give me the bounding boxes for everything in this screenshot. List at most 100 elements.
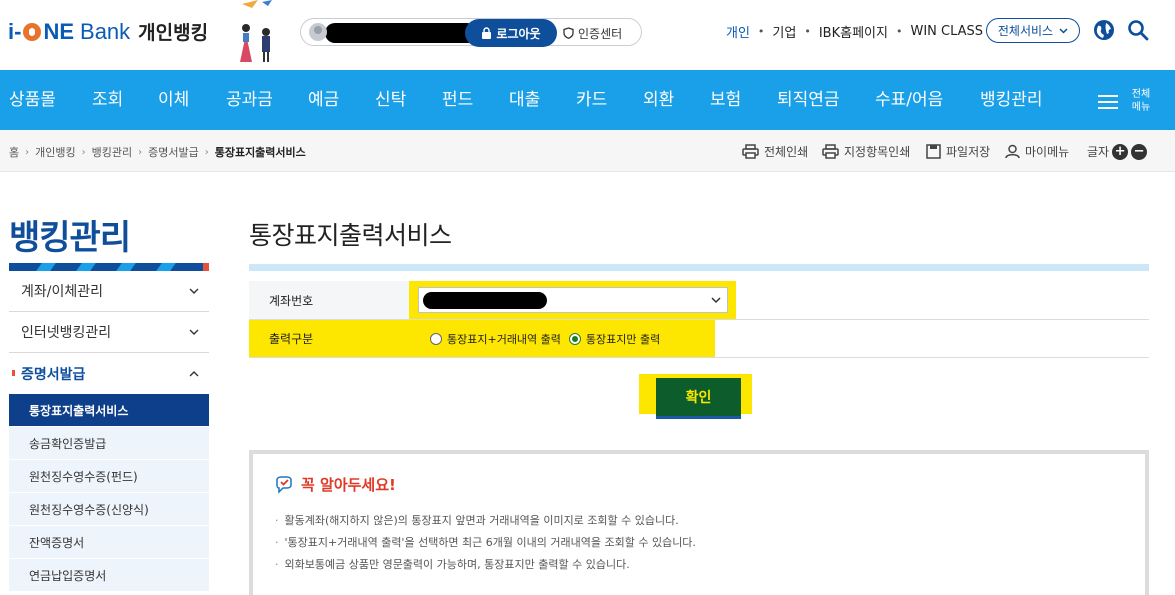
search-icon[interactable]: [1127, 19, 1149, 41]
account-select[interactable]: [418, 287, 728, 313]
topnav-win-class[interactable]: WIN CLASS: [910, 24, 983, 39]
output-type-row: 출력구분 통장표지+거래내역 출력 통장표지만 출력: [249, 320, 1149, 358]
side-menu-label: 인터넷뱅킹관리: [21, 325, 112, 341]
user-icon: [1005, 144, 1020, 158]
gnb-item[interactable]: 카드: [576, 70, 607, 130]
hamburger-icon: [1098, 95, 1118, 109]
radio-label: 통장표지+거래내역 출력: [447, 332, 561, 346]
header: i - NE Bank 개인뱅킹 로그아웃 인증센터 개인 • 기업 • IBK…: [0, 0, 1175, 70]
page-title: 통장표지출력서비스: [249, 221, 452, 250]
topnav-personal[interactable]: 개인: [726, 22, 750, 41]
font-decrease-icon[interactable]: −: [1131, 143, 1148, 160]
gnb-item[interactable]: 수표/어음: [875, 70, 943, 130]
my-menu-button[interactable]: 마이메뉴: [1005, 142, 1069, 160]
avatar: [309, 23, 327, 41]
gnb-item[interactable]: 신탁: [375, 70, 406, 130]
side-menu-label: 증명서발급: [21, 366, 86, 383]
printer-icon: [742, 143, 759, 159]
topnav-separator: •: [757, 24, 765, 38]
lock-icon: [482, 27, 492, 39]
top-nav: 개인 • 기업 • IBK홈페이지 • WIN CLASS: [726, 20, 983, 42]
logo[interactable]: i - NE Bank 개인뱅킹: [8, 18, 208, 46]
notice-title: 꼭 알아두세요!: [275, 474, 396, 495]
my-menu-label: 마이메뉴: [1025, 144, 1070, 159]
all-menu-button[interactable]: 전체 메뉴: [1098, 88, 1158, 116]
side-menu-internet-banking[interactable]: 인터넷뱅킹관리: [9, 312, 209, 353]
masked-user-name: [325, 23, 477, 43]
gnb-item[interactable]: 이체: [158, 70, 189, 130]
radio-label: 통장표지만 출력: [585, 332, 661, 346]
submenu-withholding-fund[interactable]: 원천징수영수증(펀드): [9, 460, 209, 493]
breadcrumb-separator-icon: ›: [25, 146, 30, 158]
gnb-item[interactable]: 상품몰: [9, 70, 56, 130]
gnb-item[interactable]: 펀드: [442, 70, 473, 130]
printer-icon: [822, 143, 839, 159]
notice-item: 활동계좌(해지하지 않은)의 통장표지 앞면과 거래내역을 이미지로 조회할 수…: [275, 510, 696, 532]
gnb-item[interactable]: 퇴직연금: [777, 70, 840, 130]
gnb-item[interactable]: 예금: [308, 70, 339, 130]
breadcrumb-current: 통장표지출력서비스: [214, 146, 306, 159]
globe-icon[interactable]: [1093, 19, 1115, 41]
breadcrumb-item[interactable]: 증명서발급: [148, 144, 199, 160]
radio-cover-only[interactable]: 통장표지만 출력: [568, 331, 661, 347]
confirm-button[interactable]: 확인: [656, 378, 741, 416]
location-bar: 홈 › 개인뱅킹 › 뱅킹관리 › 증명서발급 › 통장표지출력서비스 전체인쇄…: [0, 130, 1175, 172]
breadcrumb-item[interactable]: 개인뱅킹: [35, 144, 75, 160]
submenu-balance-certificate[interactable]: 잔액증명서: [9, 526, 209, 559]
side-menu-account-transfer[interactable]: 계좌/이체관리: [9, 271, 209, 312]
user-info-box: 로그아웃 인증센터: [300, 18, 642, 47]
shield-icon: [563, 27, 574, 39]
print-all-label: 전체인쇄: [764, 144, 809, 159]
submenu-pension-certificate[interactable]: 연금납입증명서: [9, 559, 209, 592]
logout-button[interactable]: 로그아웃: [465, 19, 557, 47]
radio-unchecked-icon: [430, 332, 442, 345]
gnb-item[interactable]: 공과금: [226, 70, 273, 130]
gnb-item-banking-management[interactable]: 뱅킹관리: [980, 70, 1043, 130]
breadcrumb-item[interactable]: 뱅킹관리: [92, 144, 132, 160]
topnav-separator: •: [804, 24, 811, 38]
submenu-passbook-cover[interactable]: 통장표지출력서비스: [9, 394, 209, 427]
print-all-button[interactable]: 전체인쇄: [742, 142, 808, 160]
logo-one-icon: [23, 23, 42, 41]
cert-center-button[interactable]: 인증센터: [563, 19, 622, 47]
speech-bubble-icon: [276, 475, 292, 494]
submenu-remittance-confirmation[interactable]: 송금확인증발급: [9, 427, 209, 460]
all-services-button[interactable]: 전체서비스: [986, 18, 1080, 43]
side-submenu: 통장표지출력서비스 송금확인증발급 원천징수영수증(펀드) 원천징수영수증(신양…: [9, 394, 209, 592]
radio-cover-and-history[interactable]: 통장표지+거래내역 출력: [430, 331, 561, 347]
output-type-label: 출력구분: [269, 332, 314, 346]
breadcrumb-home[interactable]: 홈: [9, 144, 19, 160]
logo-ne: NE: [43, 19, 75, 44]
output-type-radios: 통장표지+거래내역 출력 통장표지만 출력: [430, 320, 668, 357]
chevron-down-icon: [1059, 27, 1068, 34]
chevron-up-icon: [189, 370, 199, 376]
logo-personal-banking: 개인뱅킹: [138, 23, 209, 44]
account-row: 계좌번호: [249, 281, 1149, 320]
logout-label: 로그아웃: [496, 26, 541, 41]
breadcrumb-separator-icon: ›: [204, 146, 209, 158]
notice-title-text: 꼭 알아두세요!: [301, 476, 396, 494]
notice-list: 활동계좌(해지하지 않은)의 통장표지 앞면과 거래내역을 이미지로 조회할 수…: [275, 510, 696, 576]
save-file-button[interactable]: 파일저장: [926, 142, 990, 160]
submenu-withholding-new[interactable]: 원천징수영수증(신양식): [9, 493, 209, 526]
font-increase-icon[interactable]: +: [1112, 143, 1129, 160]
side-menu: 계좌/이체관리 인터넷뱅킹관리 증명서발급 통장표지출력서비스 송금확인증발급 …: [9, 271, 209, 592]
print-selected-button[interactable]: 지정항목인쇄: [822, 142, 910, 160]
account-label: 계좌번호: [249, 281, 409, 319]
chevron-down-icon: [189, 329, 199, 335]
masked-account-number: [423, 292, 547, 309]
topnav-business[interactable]: 기업: [772, 22, 796, 41]
gnb-item[interactable]: 보험: [710, 70, 741, 130]
cert-center-label: 인증센터: [578, 26, 623, 41]
logo-bank: Bank: [80, 19, 131, 44]
side-menu-certificates[interactable]: 증명서발급: [9, 353, 209, 394]
gnb-item[interactable]: 대출: [509, 70, 540, 130]
save-icon: [926, 143, 941, 159]
gnb-item[interactable]: 조회: [92, 70, 123, 130]
confirm-underline: [656, 416, 741, 419]
gnb-item[interactable]: 외환: [643, 70, 674, 130]
font-size-control: 글자 + −: [1087, 143, 1148, 160]
topnav-ibk-home[interactable]: IBK홈페이지: [819, 22, 888, 41]
logo-dash: -: [14, 19, 22, 44]
breadcrumb-separator-icon: ›: [81, 146, 86, 158]
